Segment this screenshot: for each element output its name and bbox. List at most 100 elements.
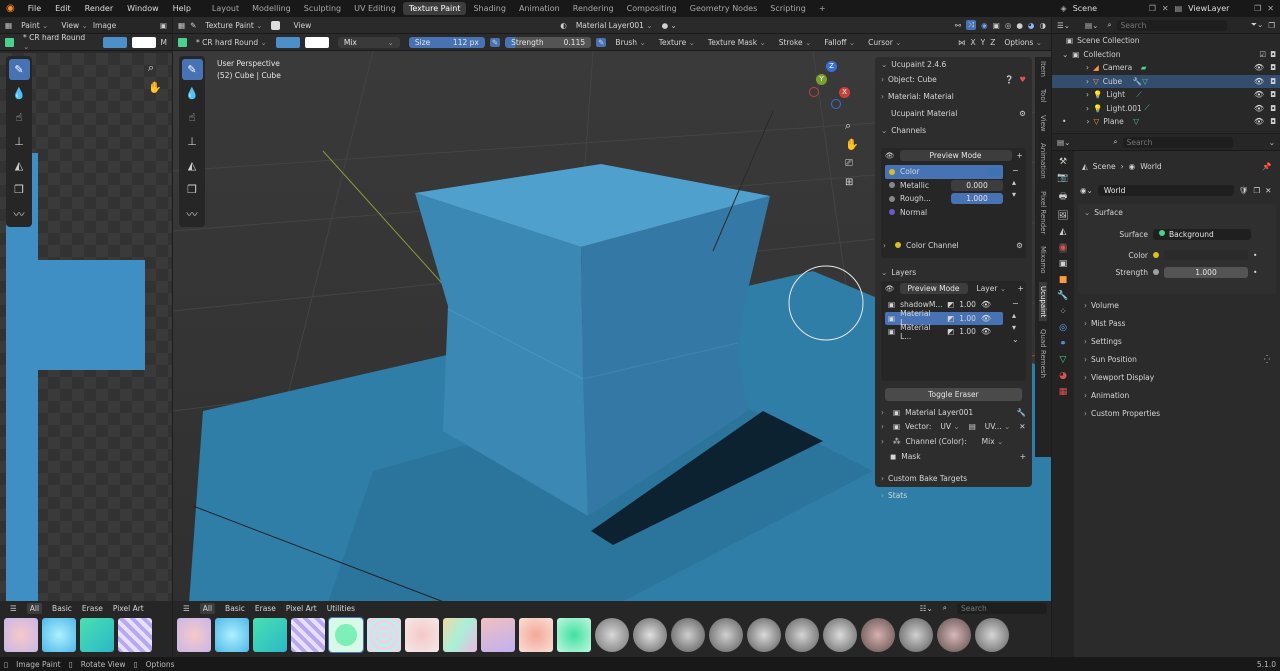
eye-icon[interactable]: 👁	[981, 327, 991, 336]
close-icon[interactable]: ✕	[1265, 186, 1271, 195]
zoom-icon[interactable]: ⌕	[148, 61, 154, 75]
workspace-tab-layout[interactable]: Layout	[206, 2, 245, 15]
workspace-tab-compositing[interactable]: Compositing	[621, 2, 683, 15]
brush-thumbnail[interactable]	[747, 618, 781, 652]
add-workspace-button[interactable]: +	[813, 2, 832, 15]
add-icon[interactable]: +	[1018, 284, 1024, 293]
checkbox-icon[interactable]: ☑	[1259, 50, 1266, 59]
channel-row[interactable]: Rough... 1.000	[885, 192, 1003, 206]
preview-mode-button[interactable]: Preview Mode	[899, 282, 968, 294]
clone-tool-icon[interactable]: ⊥	[9, 131, 30, 152]
texture-tab-icon[interactable]: ▦	[1059, 387, 1068, 397]
expand-icon[interactable]: ›	[1086, 117, 1089, 126]
filter-icon[interactable]: ⏷⌄	[1251, 20, 1263, 30]
expand-icon[interactable]: ›	[1086, 104, 1089, 113]
world-tab-icon[interactable]: ◉	[1059, 243, 1067, 253]
remove-icon[interactable]: −	[1012, 299, 1019, 308]
vector-expand[interactable]	[881, 422, 888, 431]
brush-menu[interactable]: Brush	[611, 37, 649, 48]
channel-row[interactable]: Metallic 0.000	[885, 179, 1003, 193]
brush-thumbnail[interactable]	[118, 618, 152, 652]
ucupaint-title[interactable]: Ucupaint 2.4.6	[881, 60, 946, 69]
camera-view-icon[interactable]: ⎚	[845, 158, 853, 169]
color-swatch[interactable]	[987, 167, 1001, 176]
drag-handle-icon[interactable]: ⁛	[1264, 355, 1270, 364]
editor-type-icon[interactable]: ▦	[178, 21, 185, 30]
section-sun-position[interactable]: Sun Position	[1084, 355, 1137, 364]
options-icon[interactable]: ⌄	[1269, 138, 1275, 147]
move-up-icon[interactable]: ▴	[1012, 311, 1019, 320]
heart-icon[interactable]: ♥	[1019, 75, 1026, 84]
view-layer-tab-icon[interactable]: 🖼	[1057, 211, 1068, 221]
workspace-tab-shading[interactable]: Shading	[467, 2, 512, 15]
fill-tool-icon[interactable]: ◭	[182, 155, 203, 176]
mask-tool-icon[interactable]: ❐	[182, 179, 203, 200]
annotate-tool-icon[interactable]: 〰	[9, 203, 30, 224]
editor-type-icon[interactable]: ▦	[5, 21, 12, 30]
workspace-tab-scripting[interactable]: Scripting	[764, 2, 812, 15]
layer-row[interactable]: ▣ Material L... ◩ 1.00 👁	[885, 323, 1003, 341]
keyframe-icon[interactable]: •	[1253, 268, 1257, 277]
gear-icon[interactable]: ⚙	[1019, 109, 1026, 118]
shelf-tab-erase[interactable]: Erase	[255, 604, 276, 613]
world-strength-field[interactable]: 1.000	[1164, 266, 1248, 278]
brush-thumbnail[interactable]	[557, 618, 591, 652]
view-menu[interactable]: View	[285, 21, 311, 30]
color-channel-section[interactable]	[883, 241, 890, 250]
wrench-icon[interactable]: 🔧	[1017, 408, 1026, 417]
pin-icon[interactable]: 📌	[1262, 162, 1271, 171]
draw-brush-tool-icon[interactable]: ✎	[181, 59, 203, 80]
shelf-tab-basic[interactable]: Basic	[52, 604, 72, 613]
outliner-search-input[interactable]: Search	[1116, 19, 1227, 31]
outliner-item-light[interactable]: › 💡 Light ⟋ 👁 ◘	[1052, 88, 1280, 102]
shelf-tab-erase[interactable]: Erase	[82, 604, 103, 613]
mask-tool-icon[interactable]: ❐	[9, 179, 30, 200]
brush-dropdown[interactable]: * CR hard Round	[19, 32, 98, 52]
brush-thumbnail[interactable]	[595, 618, 629, 652]
particles-tab-icon[interactable]: ⁘	[1059, 307, 1067, 317]
workspace-tab-uv-editing[interactable]: UV Editing	[348, 2, 402, 15]
object-section[interactable]: Object: Cube	[881, 75, 937, 84]
toggle-eraser-button[interactable]: Toggle Eraser	[885, 388, 1022, 401]
world-name-field[interactable]: World	[1097, 185, 1234, 196]
material-section[interactable]: Material: Material	[881, 92, 954, 101]
mode-dropdown[interactable]: Paint	[17, 20, 52, 31]
shading-wireframe-icon[interactable]: ◎	[1005, 21, 1012, 30]
transform-icon[interactable]: ⤨	[966, 20, 977, 30]
data-tab-icon[interactable]: ▽	[1060, 355, 1067, 365]
add-mask-icon[interactable]: +	[1020, 452, 1026, 461]
overlay-icon[interactable]: ◉	[981, 21, 988, 30]
material-slot-dropdown[interactable]: Material Layer001	[572, 20, 657, 31]
texture-mask-menu[interactable]: Texture Mask	[704, 37, 770, 48]
primary-color-swatch[interactable]	[102, 36, 127, 48]
more-settings[interactable]: M	[161, 38, 167, 47]
remove-icon[interactable]: −	[1012, 166, 1019, 175]
shelf-tab-pixel-art[interactable]: Pixel Art	[286, 604, 317, 613]
camera-toggle-icon[interactable]: ◘	[1270, 77, 1276, 86]
properties-search-input[interactable]: Search	[1122, 136, 1233, 148]
channel-blend-dropdown[interactable]: Mix	[978, 436, 1008, 447]
blend-mode-dropdown[interactable]: Mix	[337, 36, 400, 48]
blender-logo-icon[interactable]: ◉	[0, 3, 21, 14]
tab-pixel-render[interactable]: Pixel Render	[1039, 187, 1047, 238]
close-icon[interactable]: ✕	[1162, 4, 1169, 13]
workspace-tab-geometry-nodes[interactable]: Geometry Nodes	[684, 2, 763, 15]
world-color-swatch[interactable]	[1164, 250, 1248, 260]
move-down-icon[interactable]: ▾	[1012, 323, 1019, 332]
options-menu[interactable]: Options	[1000, 37, 1046, 48]
editor-type-icon[interactable]: ▤⌄	[1057, 138, 1070, 147]
menu-window[interactable]: Window	[120, 4, 166, 13]
shelf-tab-pixel-art[interactable]: Pixel Art	[113, 604, 144, 613]
fake-user-icon[interactable]: 🛡	[1239, 186, 1249, 195]
gizmo-y-axis[interactable]: Y	[816, 74, 827, 85]
eye-icon[interactable]: 👁	[1254, 117, 1264, 126]
gizmo-neg-axis[interactable]	[809, 87, 819, 97]
clone-tool-icon[interactable]: ⊥	[182, 131, 203, 152]
new-collection-icon[interactable]: ❐	[1268, 21, 1275, 30]
mode-dropdown[interactable]: Texture Paint	[201, 20, 266, 31]
brush-thumbnail[interactable]	[405, 618, 439, 652]
image-menu[interactable]: Image	[93, 21, 117, 30]
filter-view-icon[interactable]: ▤⌄	[1085, 21, 1098, 30]
workspace-tab-texture-paint[interactable]: Texture Paint	[402, 2, 467, 15]
gizmo-neg-axis[interactable]	[831, 99, 841, 109]
